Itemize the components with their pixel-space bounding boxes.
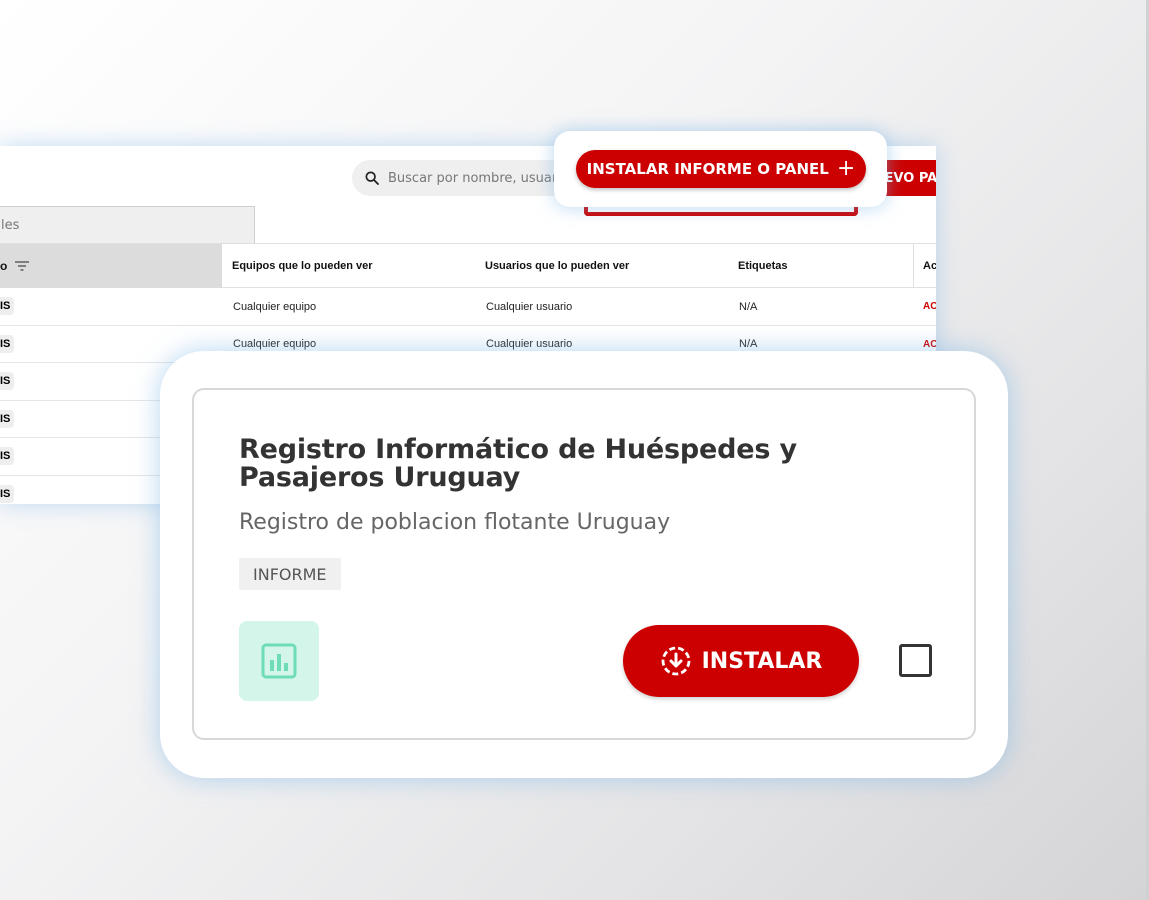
install-report-or-panel-button[interactable]: INSTALAR INFORME O PANEL +	[576, 150, 866, 188]
status-chip: IS	[0, 409, 15, 428]
bar-chart-icon	[261, 643, 297, 679]
install-button[interactable]: INSTALAR	[623, 625, 859, 697]
table-header: o Equipos que lo pueden ver Usuarios que…	[0, 243, 936, 288]
report-card-callout: Registro Informático de Huéspedes y Pasa…	[160, 351, 1008, 778]
column-header-teams[interactable]: Equipos que lo pueden ver	[232, 244, 373, 288]
column-header-actions[interactable]: Ac	[923, 244, 936, 288]
column-header-name-label: o	[0, 259, 8, 273]
cell-tags: N/A	[739, 300, 758, 313]
filter-tab-label: les	[1, 217, 20, 233]
status-chip: IS	[0, 484, 15, 503]
filter-tab[interactable]: les	[0, 206, 255, 244]
search-input[interactable]: Buscar por nombre, usuario	[352, 160, 582, 196]
column-divider	[913, 244, 914, 288]
column-header-name[interactable]: o	[0, 244, 222, 288]
cell-teams: Cualquier equipo	[233, 300, 317, 313]
row-action-link[interactable]: AC	[923, 288, 936, 325]
filter-icon[interactable]	[15, 260, 30, 272]
search-icon	[365, 171, 379, 185]
status-chip: IS	[0, 447, 15, 466]
search-placeholder: Buscar por nombre, usuario	[388, 170, 569, 186]
install-button-label: INSTALAR	[701, 648, 823, 674]
status-chip: IS	[0, 334, 15, 353]
select-checkbox[interactable]	[899, 644, 932, 677]
status-chip: IS	[0, 372, 15, 391]
column-header-tags[interactable]: Etiquetas	[738, 244, 788, 288]
report-description: Registro de poblacion flotante Uruguay	[239, 510, 671, 535]
install-report-or-panel-label: INSTALAR INFORME O PANEL	[586, 160, 829, 178]
report-type-badge: INFORME	[239, 558, 341, 590]
table-row[interactable]: IS Cualquier equipo Cualquier usuario N/…	[0, 288, 936, 326]
report-card[interactable]: Registro Informático de Huéspedes y Pasa…	[192, 388, 976, 740]
status-chip: IS	[0, 297, 15, 315]
column-header-users[interactable]: Usuarios que lo pueden ver	[485, 244, 629, 288]
install-callout: INSTALAR INFORME O PANEL +	[554, 131, 887, 207]
plus-icon: +	[836, 156, 856, 181]
cell-users: Cualquier usuario	[486, 300, 573, 313]
report-title: Registro Informático de Huéspedes y Pasa…	[239, 434, 797, 493]
download-circle-icon	[661, 646, 691, 676]
report-thumbnail	[239, 621, 319, 701]
